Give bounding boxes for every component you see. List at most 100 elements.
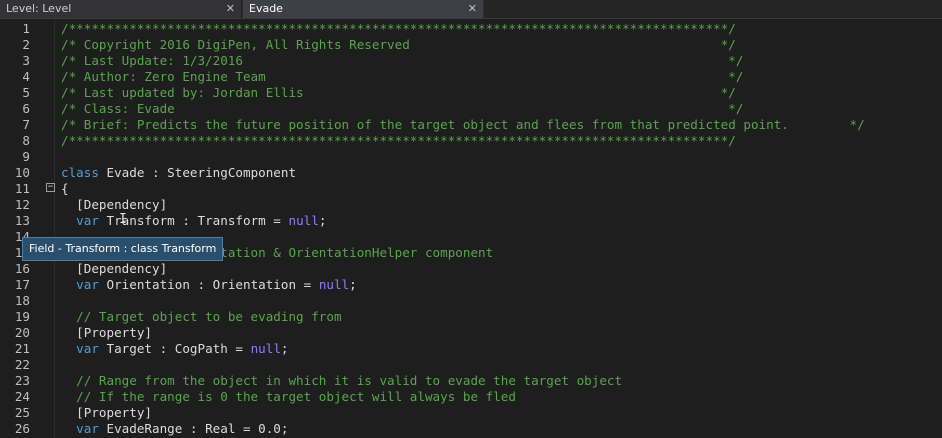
code-token: // Target object to be evading from: [76, 309, 342, 324]
code-line[interactable]: 23 // Range from the object in which it …: [0, 373, 942, 389]
close-icon[interactable]: ✕: [226, 0, 235, 18]
code-line[interactable]: 19 // Target object to be evading from: [0, 309, 942, 325]
line-number: 19: [14, 309, 30, 324]
code-token: /* Author: Zero Engine Team */: [61, 69, 744, 84]
code-line[interactable]: 12 [Dependency]: [0, 197, 942, 213]
code-text: var Transform : Transform = null;: [61, 213, 326, 229]
line-number: 5: [22, 85, 30, 100]
tab-evade[interactable]: Evade ✕: [243, 0, 483, 18]
code-text: class Evade : SteeringComponent: [61, 165, 296, 181]
line-number: 9: [22, 149, 30, 164]
code-token: Transform : Transform =: [98, 213, 289, 228]
tab-bar-empty: [484, 0, 942, 18]
line-number: 1: [22, 21, 30, 36]
code-text: [Property]: [61, 325, 152, 341]
code-line[interactable]: 25 [Property]: [0, 405, 942, 421]
code-token: // If the range is 0 the target object w…: [76, 389, 516, 404]
code-token: Target : CogPath =: [98, 341, 251, 356]
code-line[interactable]: 5 /* Last updated by: Jordan Ellis */: [0, 85, 942, 101]
code-text: var Orientation : Orientation = null;: [61, 277, 357, 293]
code-token: [Dependency]: [76, 261, 168, 276]
code-text: /***************************************…: [61, 21, 736, 37]
code-line[interactable]: 11 {: [0, 181, 942, 197]
code-line[interactable]: 7 /* Brief: Predicts the future position …: [0, 117, 942, 133]
code-text: /* Last Update: 1/3/2016 */: [61, 53, 743, 69]
line-number: 10: [14, 165, 30, 180]
code-token: var: [76, 213, 99, 228]
line-number: 2: [22, 37, 30, 52]
code-token: var: [76, 277, 99, 292]
code-text: /* Brief: Predicts the future position o…: [61, 117, 865, 133]
code-line[interactable]: 20 [Property]: [0, 325, 942, 341]
code-text: /* Copyright 2016 DigiPen, All Rights Re…: [61, 37, 736, 53]
code-line[interactable]: 22: [0, 357, 942, 373]
code-token: /* Last Update: 1/3/2016 */: [61, 53, 744, 68]
code-token: {: [61, 181, 69, 196]
line-number: 18: [14, 293, 30, 308]
code-text: [61, 293, 76, 309]
line-number: 11: [14, 181, 30, 196]
line-number: 6: [22, 101, 30, 116]
code-text: {: [61, 181, 69, 197]
text-cursor-icon: I: [119, 212, 127, 227]
line-number: 7: [22, 117, 30, 132]
code-token: [Property]: [76, 405, 152, 420]
code-line[interactable]: 1 /**************************************…: [0, 21, 942, 37]
tab-level[interactable]: Level: Level ✕: [0, 0, 242, 18]
code-line[interactable]: 2 /* Copyright 2016 DigiPen, All Rights R…: [0, 37, 942, 53]
close-icon[interactable]: ✕: [468, 0, 477, 18]
code-text: [61, 357, 76, 373]
code-token: var: [76, 421, 99, 436]
code-line[interactable]: 3 /* Last Update: 1/3/2016 */: [0, 53, 942, 69]
line-number: 21: [14, 341, 30, 356]
code-line[interactable]: 26 var EvadeRange : Real = 0.0;: [0, 421, 942, 437]
line-number: 4: [22, 69, 30, 84]
code-token: /* Brief: Predicts the future position o…: [61, 117, 865, 132]
code-token: class: [61, 165, 99, 180]
code-line[interactable]: 4 /* Author: Zero Engine Team */: [0, 69, 942, 85]
code-token: ;: [280, 341, 289, 356]
line-number: 26: [14, 421, 30, 436]
line-number: 16: [14, 261, 30, 276]
code-line[interactable]: 6 /* Class: Evade */: [0, 101, 942, 117]
code-line[interactable]: 18: [0, 293, 942, 309]
code-text: // Range from the object in which it is …: [61, 373, 622, 389]
code-line[interactable]: 13 var Transform : Transform = null;: [0, 213, 942, 229]
code-line[interactable]: 21 var Target : CogPath = null;: [0, 341, 942, 357]
line-number: 23: [14, 373, 30, 388]
code-token: /* Copyright 2016 DigiPen, All Rights Re…: [61, 37, 736, 52]
tab-evade-label: Evade: [249, 2, 283, 15]
line-number: 8: [22, 133, 30, 148]
hover-tooltip: Field - Transform : class Transform: [22, 237, 224, 261]
code-text: [Property]: [61, 405, 152, 421]
code-text: [Dependency]: [61, 261, 167, 277]
code-token: // Range from the object in which it is …: [76, 373, 623, 388]
code-token: ;: [318, 213, 327, 228]
code-text: /* Class: Evade */: [61, 101, 743, 117]
fold-collapse-icon[interactable]: −: [46, 183, 55, 192]
line-number: 12: [14, 197, 30, 212]
code-token: /* Last updated by: Jordan Ellis */: [61, 85, 736, 100]
code-editor[interactable]: 1 /**************************************…: [0, 19, 942, 438]
code-token: [Property]: [76, 325, 152, 340]
code-line[interactable]: 10 class Evade : SteeringComponent: [0, 165, 942, 181]
code-line[interactable]: 16 [Dependency]: [0, 261, 942, 277]
line-number: 20: [14, 325, 30, 340]
tab-level-label: Level: Level: [6, 2, 72, 15]
code-line[interactable]: 17 var Orientation : Orientation = null;: [0, 277, 942, 293]
line-number: 3: [22, 53, 30, 68]
code-line[interactable]: 24 // If the range is 0 the target objec…: [0, 389, 942, 405]
code-line[interactable]: 8 /**************************************…: [0, 133, 942, 149]
code-line[interactable]: 9: [0, 149, 942, 165]
